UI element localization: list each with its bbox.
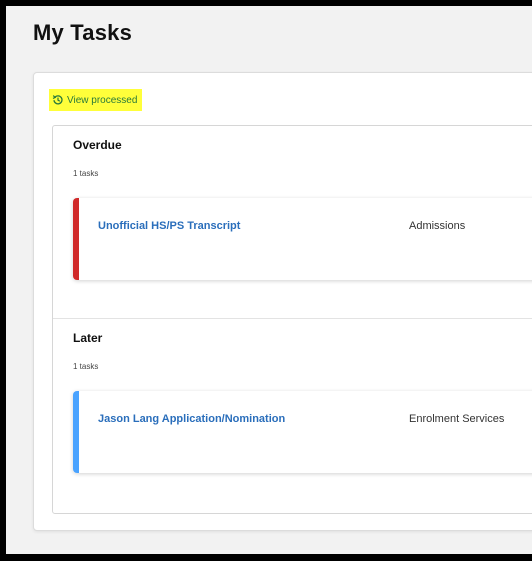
task-count: 1 tasks xyxy=(73,169,99,178)
task-department: Enrolment Services xyxy=(409,413,505,425)
task-name-link[interactable]: Jason Lang Application/Nomination xyxy=(98,413,285,425)
page-title: My Tasks xyxy=(33,20,133,45)
status-accent-bar xyxy=(73,198,79,280)
task-sections-panel: Overdue 1 tasks Unofficial HS/PS Transcr… xyxy=(52,125,532,514)
task-card-overdue[interactable]: Unofficial HS/PS Transcript Admissions xyxy=(73,198,532,280)
section-overdue: Overdue 1 tasks Unofficial HS/PS Transcr… xyxy=(53,126,532,319)
view-processed-label: View processed xyxy=(67,94,138,106)
task-name-link[interactable]: Unofficial HS/PS Transcript xyxy=(98,220,240,232)
view-processed-button[interactable]: View processed xyxy=(49,89,143,111)
status-accent-bar xyxy=(73,391,79,473)
section-later: Later 1 tasks Jason Lang Application/Nom… xyxy=(53,319,532,511)
app-frame: My Tasks View processed Overdue 1 tasks … xyxy=(6,6,532,554)
section-title: Overdue xyxy=(73,138,122,152)
tasks-card: View processed Overdue 1 tasks Unofficia… xyxy=(33,72,532,531)
task-count: 1 tasks xyxy=(73,362,99,371)
history-icon xyxy=(52,94,64,106)
task-card-later[interactable]: Jason Lang Application/Nomination Enrolm… xyxy=(73,391,532,473)
section-title: Later xyxy=(73,331,103,345)
task-department: Admissions xyxy=(409,220,466,232)
